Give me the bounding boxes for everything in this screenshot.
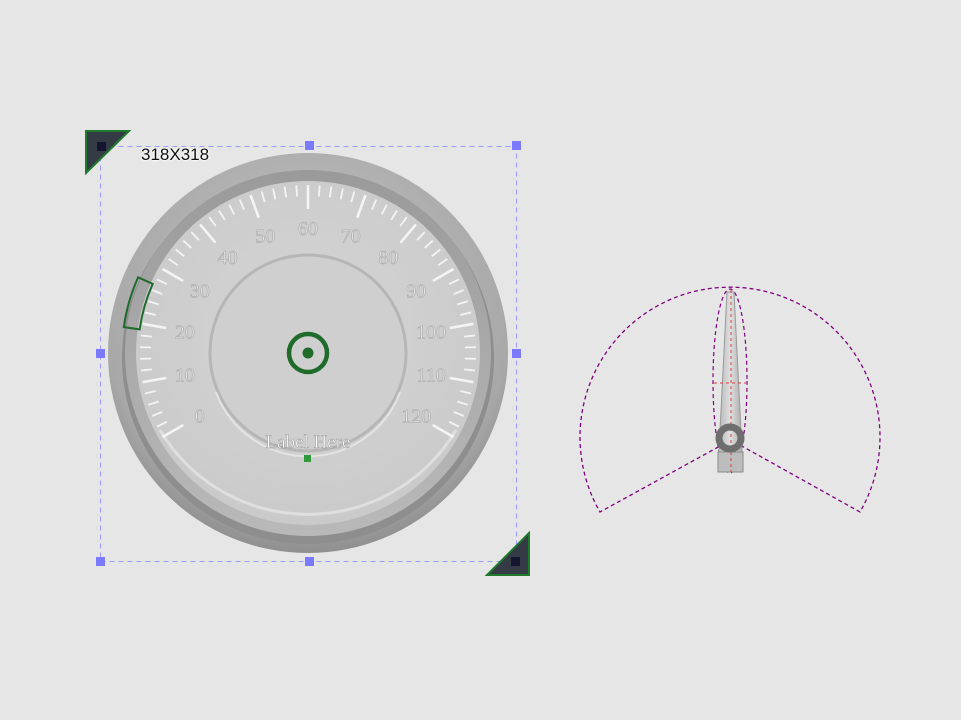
size-readout: 318X318 [141, 145, 210, 164]
tick-label: 0 [195, 406, 205, 428]
tick-label: 100 [416, 321, 446, 343]
corner-marker-bottom-right[interactable] [484, 530, 530, 576]
tick-label: 120 [401, 406, 431, 428]
minor-tick [318, 185, 321, 197]
resize-handle-left[interactable] [96, 349, 105, 358]
tick-label: 50 [255, 226, 275, 248]
resize-handle-top-right[interactable] [512, 141, 521, 150]
minor-tick [464, 334, 476, 338]
corner-marker-top-left[interactable] [85, 130, 132, 176]
resize-handle-right[interactable] [512, 349, 521, 358]
tick-label: 80 [378, 247, 398, 269]
tick-label: 10 [175, 365, 195, 387]
resize-handle-bottom[interactable] [305, 557, 314, 566]
minor-tick [295, 185, 298, 197]
tick-label: 70 [341, 226, 361, 248]
label-anchor-handle[interactable] [304, 455, 311, 462]
gauge-label[interactable]: Label Here [265, 432, 351, 454]
minor-tick [464, 368, 476, 372]
tick-label: 20 [175, 321, 195, 343]
design-canvas: 010 20 30 40 50 60 70 80 90 100 110 120 Label Here [85, 130, 881, 576]
needle-hub-center[interactable] [302, 347, 314, 359]
corner-marker-bottom-right-dot [511, 557, 520, 566]
needle-preview[interactable] [579, 286, 881, 513]
resize-handle-bottom-left[interactable] [96, 557, 105, 566]
tick-label: 40 [218, 247, 238, 269]
speedometer-gauge[interactable]: 010 20 30 40 50 60 70 80 90 100 110 120 Label Here [108, 153, 508, 553]
tick-label: 30 [190, 281, 210, 303]
tick-label: 90 [406, 281, 426, 303]
tick-label: 110 [416, 365, 445, 387]
minor-tick [140, 368, 152, 372]
tick-label: 60 [298, 218, 318, 240]
minor-tick [140, 334, 152, 338]
corner-marker-top-left-dot [97, 142, 106, 151]
resize-handle-top[interactable] [305, 141, 314, 150]
